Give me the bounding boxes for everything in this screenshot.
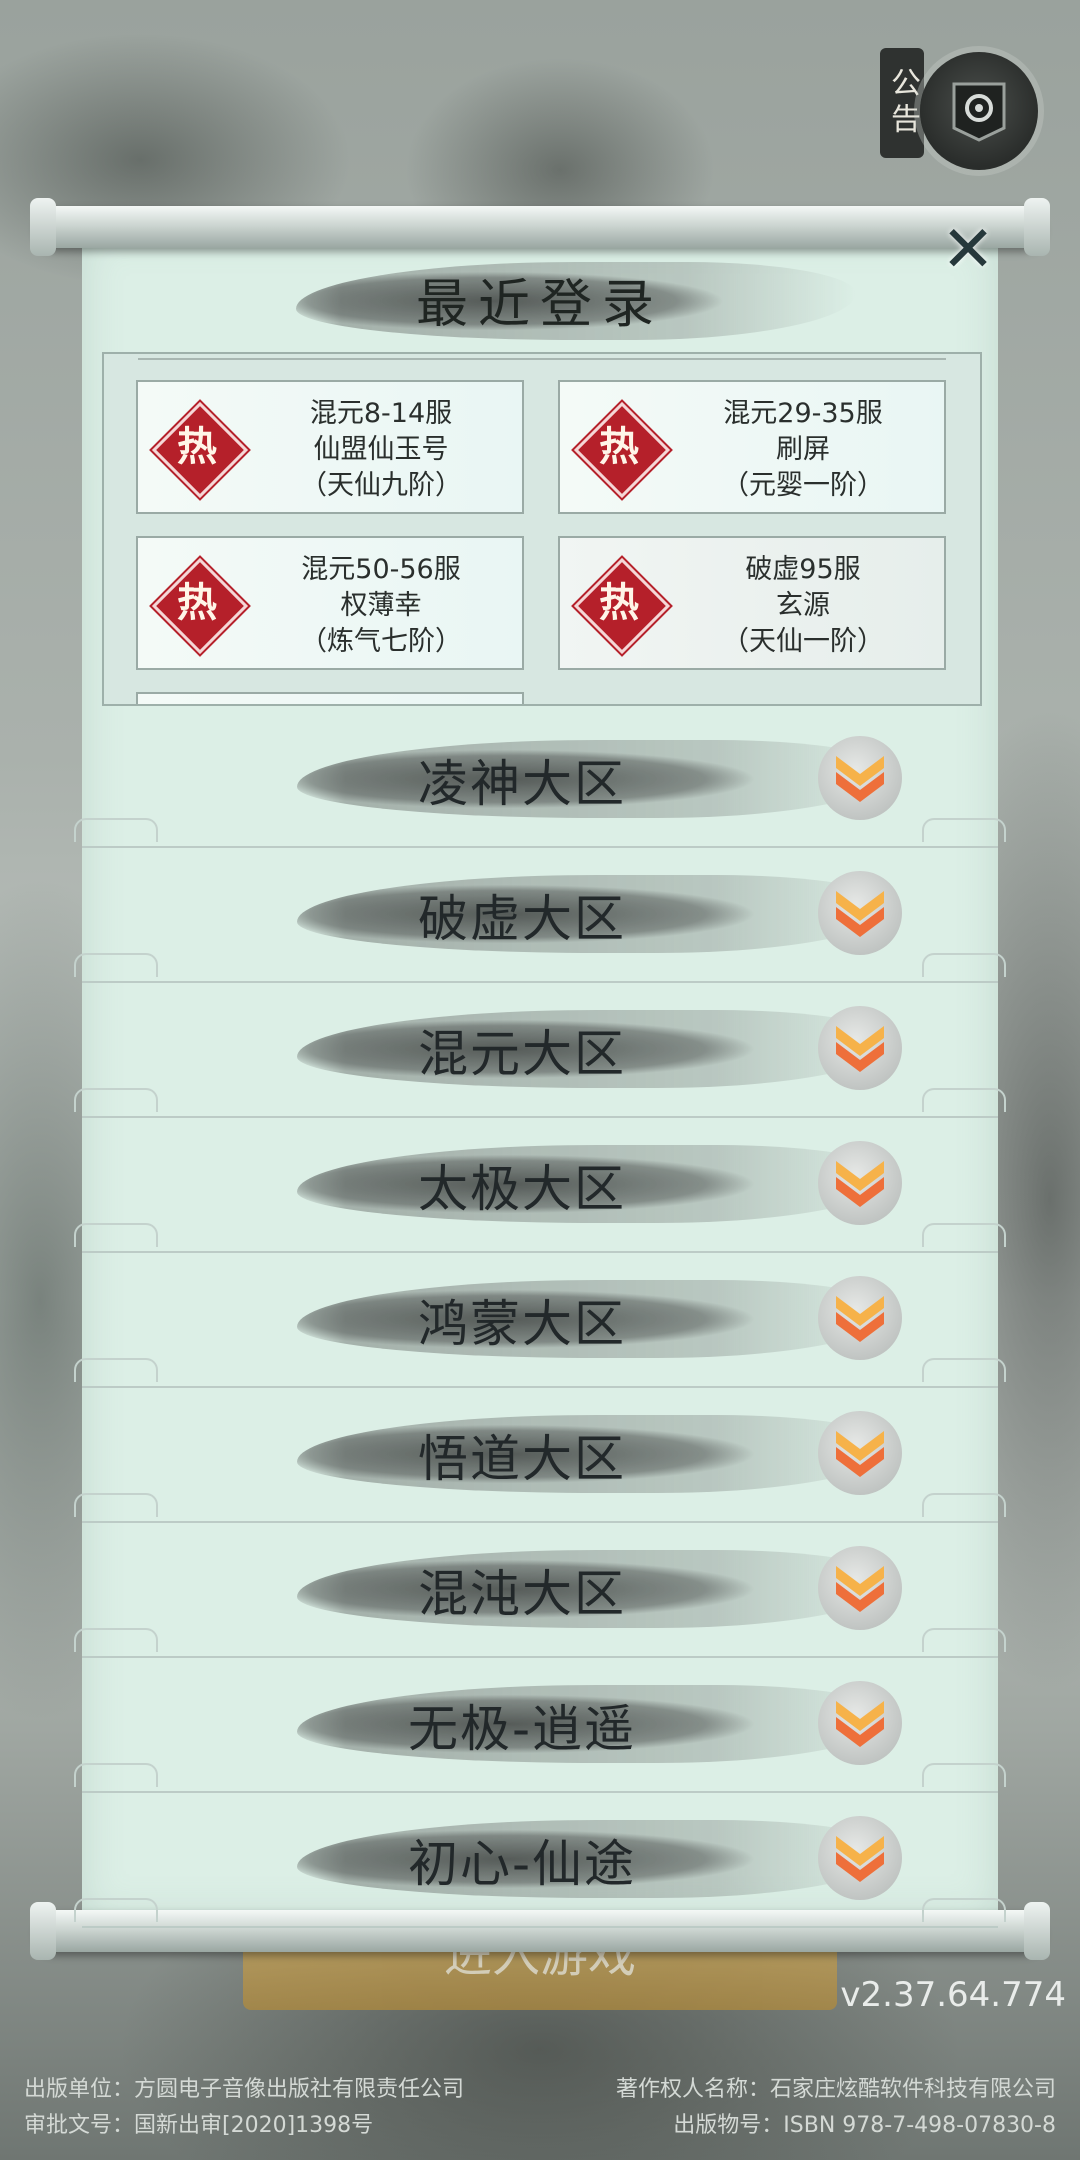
- notice-button[interactable]: [920, 52, 1038, 170]
- zone-row[interactable]: 初心-仙途: [74, 1794, 1006, 1928]
- cloud-ornament: [922, 1898, 1006, 1922]
- character-rank: （天仙九阶）: [300, 470, 462, 501]
- zone-label: 混沌大区: [418, 1565, 626, 1623]
- expand-button[interactable]: [818, 1546, 902, 1630]
- recent-servers-list[interactable]: 热 混元8-14服 仙盟仙玉号 （天仙九阶） 热 混元29-35服 刷屏 （元婴…: [102, 352, 982, 706]
- zone-row[interactable]: 鸿蒙大区: [74, 1254, 1006, 1388]
- zone-row[interactable]: 混沌大区: [74, 1524, 1006, 1658]
- recent-server-card[interactable]: 热 混元8-14服 仙盟仙玉号 （天仙九阶）: [136, 380, 524, 514]
- zone-row[interactable]: 混元大区: [74, 984, 1006, 1118]
- cloud-ornament: [74, 1763, 158, 1787]
- zone-label: 凌神大区: [418, 755, 626, 813]
- cloud-ornament: [74, 953, 158, 977]
- cloud-ornament: [922, 1493, 1006, 1517]
- zone-label: 初心-仙途: [407, 1835, 637, 1893]
- zone-row[interactable]: 凌神大区: [74, 714, 1006, 848]
- approval-text: 审批文号：国新出审[2020]1398号: [24, 2113, 374, 2138]
- character-name: 权薄幸: [340, 590, 422, 621]
- expand-button[interactable]: [818, 871, 902, 955]
- recent-server-card-partial[interactable]: [136, 692, 524, 704]
- cloud-ornament: [922, 953, 1006, 977]
- zone-label: 无极-逍遥: [407, 1700, 637, 1758]
- zone-label: 混元大区: [418, 1025, 626, 1083]
- row-divider: [82, 1521, 998, 1523]
- expand-button[interactable]: [818, 1006, 902, 1090]
- hot-badge-icon: 热: [573, 401, 671, 499]
- recent-server-card[interactable]: 热 混元29-35服 刷屏 （元婴一阶）: [558, 380, 946, 514]
- character-name: 仙盟仙玉号: [313, 434, 449, 465]
- hot-badge-icon: 热: [151, 401, 249, 499]
- zone-label: 破虚大区: [418, 890, 626, 948]
- server-name: 混元29-35服: [723, 398, 883, 429]
- character-name: 玄源: [776, 590, 830, 621]
- cloud-ornament: [74, 1223, 158, 1247]
- copyright-text: 著作权人名称：石家庄炫酷软件科技有限公司: [615, 2077, 1056, 2102]
- server-name: 混元50-56服: [301, 554, 461, 585]
- publisher-text: 出版单位：方圆电子音像出版社有限责任公司: [24, 2077, 465, 2102]
- cloud-ornament: [922, 1358, 1006, 1382]
- recent-server-card[interactable]: 热 混元50-56服 权薄幸 （炼气七阶）: [136, 536, 524, 670]
- row-divider: [82, 846, 998, 848]
- hot-badge-icon: 热: [151, 557, 249, 655]
- expand-button[interactable]: [818, 1816, 902, 1900]
- panel-title: 最近登录: [415, 275, 664, 335]
- seal-icon: [952, 82, 1006, 142]
- row-divider: [82, 1926, 998, 1928]
- cloud-ornament: [922, 1088, 1006, 1112]
- zone-row[interactable]: 太极大区: [74, 1119, 1006, 1253]
- character-rank: （元婴一阶）: [722, 470, 884, 501]
- cloud-ornament: [74, 1088, 158, 1112]
- cloud-ornament: [922, 818, 1006, 842]
- cloud-ornament: [74, 818, 158, 842]
- isbn-text: 出版物号：ISBN 978-7-498-07830-8: [673, 2113, 1056, 2138]
- footer: 出版单位：方圆电子音像出版社有限责任公司 著作权人名称：石家庄炫酷软件科技有限公…: [24, 2072, 1056, 2144]
- close-icon[interactable]: ✕: [940, 218, 996, 282]
- zone-row[interactable]: 破虚大区: [74, 849, 1006, 983]
- server-name: 破虚95服: [745, 554, 861, 585]
- zone-label: 鸿蒙大区: [418, 1295, 626, 1353]
- hot-badge-icon: 热: [573, 557, 671, 655]
- character-rank: （炼气七阶）: [300, 626, 462, 657]
- row-divider: [82, 1251, 998, 1253]
- version-text: v2.37.64.774: [840, 1975, 1066, 2015]
- scroll-rod-top: [30, 198, 1050, 256]
- row-divider: [82, 1116, 998, 1118]
- cloud-ornament: [74, 1898, 158, 1922]
- expand-button[interactable]: [818, 1141, 902, 1225]
- cloud-ornament: [922, 1763, 1006, 1787]
- expand-button[interactable]: [818, 1276, 902, 1360]
- cloud-ornament: [74, 1358, 158, 1382]
- expand-button[interactable]: [818, 1681, 902, 1765]
- cloud-ornament: [922, 1628, 1006, 1652]
- zone-label: 太极大区: [418, 1160, 626, 1218]
- notice-label[interactable]: 公告: [880, 48, 924, 158]
- character-rank: （天仙一阶）: [722, 626, 884, 657]
- list-divider: [138, 358, 946, 360]
- zone-row[interactable]: 无极-逍遥: [74, 1659, 1006, 1793]
- cloud-ornament: [922, 1223, 1006, 1247]
- recent-server-card[interactable]: 热 破虚95服 玄源 （天仙一阶）: [558, 536, 946, 670]
- row-divider: [82, 1791, 998, 1793]
- row-divider: [82, 1386, 998, 1388]
- server-name: 混元8-14服: [309, 398, 453, 429]
- expand-button[interactable]: [818, 1411, 902, 1495]
- character-name: 刷屏: [776, 434, 830, 465]
- cloud-ornament: [74, 1493, 158, 1517]
- expand-button[interactable]: [818, 736, 902, 820]
- row-divider: [82, 1656, 998, 1658]
- row-divider: [82, 981, 998, 983]
- zone-row[interactable]: 悟道大区: [74, 1389, 1006, 1523]
- cloud-ornament: [74, 1628, 158, 1652]
- zone-label: 悟道大区: [418, 1430, 626, 1488]
